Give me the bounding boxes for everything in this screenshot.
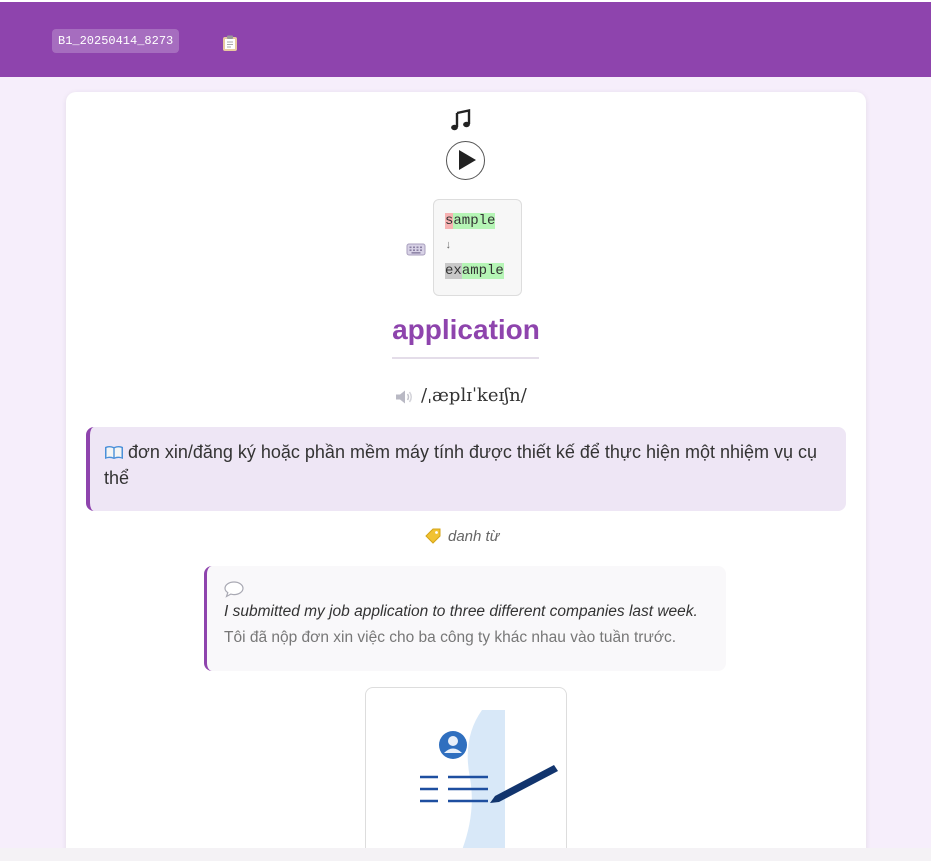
vocabulary-word: application bbox=[392, 314, 540, 345]
clipboard-icon bbox=[223, 35, 237, 51]
diff-changed-letters: ex bbox=[445, 263, 462, 279]
spelling-diff-box: sample ↓ example bbox=[433, 199, 522, 296]
top-bar: B1_20250414_8273 bbox=[0, 0, 931, 77]
example-box: I submitted my job application to three … bbox=[204, 566, 726, 671]
play-audio-button[interactable] bbox=[446, 141, 485, 180]
diff-kept-letters: ample bbox=[453, 213, 496, 229]
page-bottom-strip bbox=[0, 848, 931, 861]
keyboard-icon bbox=[406, 243, 426, 256]
part-of-speech: danh từ bbox=[424, 528, 499, 545]
definition-text: đơn xin/đăng ký hoặc phần mềm máy tính đ… bbox=[104, 442, 818, 488]
deck-id-badge[interactable]: B1_20250414_8273 bbox=[52, 29, 180, 53]
diff-source-word: sample bbox=[445, 212, 521, 237]
part-of-speech-text: danh từ bbox=[448, 528, 500, 545]
music-note-icon bbox=[451, 109, 471, 131]
play-icon bbox=[459, 150, 476, 170]
job-application-form-illustration bbox=[420, 710, 558, 850]
ipa-pronunciation: /ˌæplɪˈkeɪʃn/ bbox=[421, 385, 527, 406]
example-sentence-vietnamese: Tôi đã nộp đơn xin việc cho ba công ty k… bbox=[224, 629, 677, 646]
diff-target-word: example bbox=[445, 262, 521, 287]
diff-kept-letters: ample bbox=[461, 263, 504, 279]
speaker-icon[interactable] bbox=[394, 389, 414, 405]
definition-box: đơn xin/đăng ký hoặc phần mềm máy tính đ… bbox=[86, 427, 846, 511]
word-underline-divider bbox=[392, 357, 539, 359]
speech-bubble-icon bbox=[224, 581, 244, 598]
open-book-icon bbox=[105, 446, 123, 459]
label-tag-icon bbox=[425, 528, 441, 544]
copy-button[interactable] bbox=[218, 31, 242, 55]
example-sentence-english: I submitted my job application to three … bbox=[224, 603, 698, 620]
diff-arrow: ↓ bbox=[445, 240, 452, 252]
illustration-image bbox=[365, 687, 567, 857]
